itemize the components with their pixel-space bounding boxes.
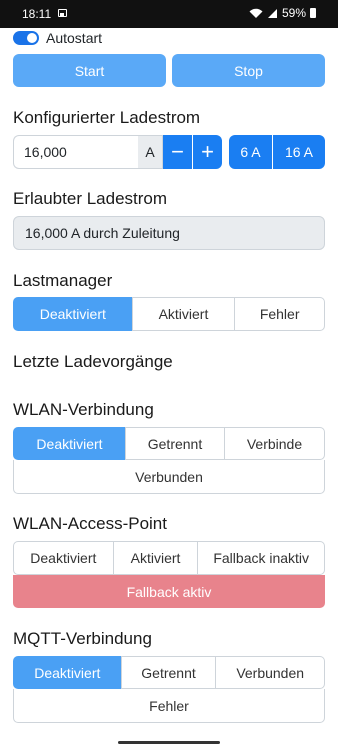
allowed-current-value: 16,000 A durch Zuleitung	[25, 225, 180, 241]
wlan-connected[interactable]: Verbunden	[13, 460, 325, 494]
mqtt-connected[interactable]: Verbunden	[215, 656, 326, 689]
configured-current-heading: Konfigurierter Ladestrom	[13, 108, 201, 127]
ap-fallback-inactive[interactable]: Fallback inaktiv	[197, 541, 325, 575]
battery-icon	[310, 8, 316, 18]
autostart-label: Autostart	[46, 30, 103, 46]
battery-percent: 59%	[281, 6, 306, 20]
wlan-disconnected[interactable]: Getrennt	[125, 427, 225, 460]
stop-button[interactable]: Stop	[172, 54, 325, 87]
status-bar: 18:11 59%	[0, 0, 338, 28]
last-charges-heading: Letzte Ladevorgänge	[13, 352, 173, 371]
preset-16a-button[interactable]: 16 A	[273, 135, 325, 169]
home-indicator[interactable]	[118, 741, 220, 744]
wlan-connecting[interactable]: Verbinde	[224, 427, 325, 460]
wlan-deactivated[interactable]: Deaktiviert	[13, 427, 126, 460]
wlan-connection-heading: WLAN-Verbindung	[13, 400, 154, 419]
gallery-notification-icon	[58, 9, 67, 17]
mqtt-status-group: Deaktiviert Getrennt Verbunden	[13, 656, 326, 689]
unit-label: A	[138, 135, 163, 169]
configured-current-input[interactable]: 16,000	[13, 135, 138, 169]
load-manager-heading: Lastmanager	[13, 271, 113, 290]
autostart-toggle[interactable]	[13, 31, 39, 45]
configured-current-value: 16,000	[24, 144, 67, 160]
mqtt-deactivated[interactable]: Deaktiviert	[13, 656, 122, 689]
increase-button[interactable]: +	[193, 135, 222, 169]
start-button[interactable]: Start	[13, 54, 166, 87]
clock: 18:11	[22, 7, 52, 21]
wlan-connection-status-group: Deaktiviert Getrennt Verbinde	[13, 427, 325, 460]
load-manager-activated[interactable]: Aktiviert	[131, 297, 236, 331]
mqtt-disconnected[interactable]: Getrennt	[120, 656, 217, 689]
mqtt-error[interactable]: Fehler	[13, 689, 325, 723]
allowed-current-heading: Erlaubter Ladestrom	[13, 189, 168, 208]
ap-deactivated[interactable]: Deaktiviert	[13, 541, 114, 575]
wlan-ap-status-group: Deaktiviert Aktiviert Fallback inaktiv	[13, 541, 325, 575]
load-manager-deactivated[interactable]: Deaktiviert	[13, 297, 133, 331]
mqtt-heading: MQTT-Verbindung	[13, 629, 152, 648]
ap-fallback-active[interactable]: Fallback aktiv	[13, 575, 325, 608]
ap-activated[interactable]: Aktiviert	[112, 541, 199, 575]
load-manager-error[interactable]: Fehler	[234, 297, 326, 331]
wifi-icon	[249, 8, 263, 18]
decrease-button[interactable]: −	[163, 135, 192, 169]
preset-6a-button[interactable]: 6 A	[229, 135, 272, 169]
signal-icon	[267, 8, 277, 18]
autostart-row: Autostart	[13, 30, 102, 46]
allowed-current-field: 16,000 A durch Zuleitung	[13, 216, 325, 250]
wlan-ap-heading: WLAN-Access-Point	[13, 514, 167, 533]
load-manager-status-group: Deaktiviert Aktiviert Fehler	[13, 297, 326, 331]
